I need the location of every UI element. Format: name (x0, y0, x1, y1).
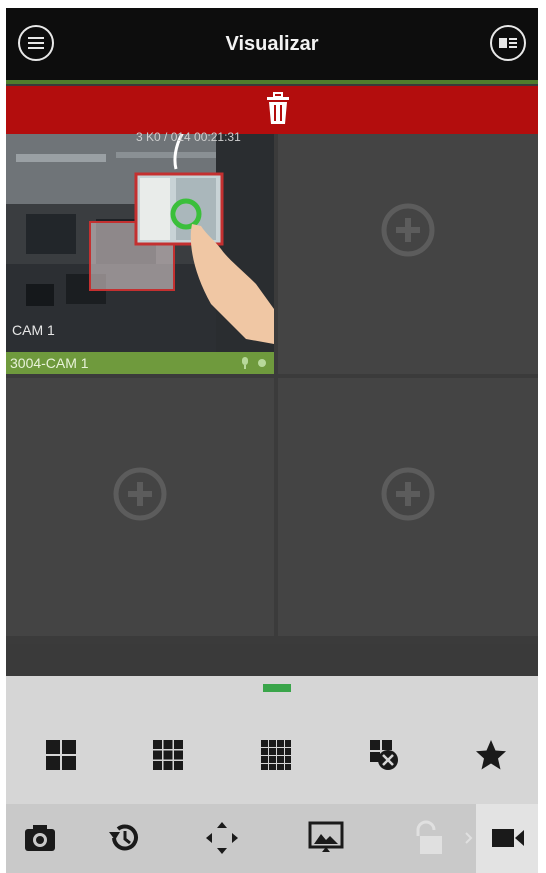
close-all-icon[interactable] (366, 738, 400, 772)
layout-1-icon[interactable] (44, 738, 78, 772)
status-dot-icon (258, 359, 266, 367)
record-icon (492, 829, 524, 847)
microphone-icon (242, 357, 248, 369)
video-grid: 3 K0 / 014 00:21:31 CAM 1 3004-CAM 1 (6, 130, 538, 644)
camera-feed (6, 134, 274, 352)
video-cell-2[interactable] (278, 134, 538, 352)
trash-icon (267, 92, 289, 124)
phone-screen: Visualizar 3 K0 / 014 00:21:31 CAM 1 300… (6, 8, 538, 873)
lock-icon[interactable] (410, 820, 446, 856)
options-panel (6, 676, 538, 804)
favorite-star-icon[interactable] (474, 738, 508, 772)
camera-name-bar: 3004-CAM 1 (6, 352, 274, 374)
camera-timestamp: 3 K0 / 014 00:21:31 (136, 130, 241, 144)
delete-drop-zone[interactable] (6, 86, 538, 134)
video-cell-4[interactable] (278, 378, 538, 614)
plus-icon (381, 203, 435, 257)
cell-bar-4 (278, 614, 538, 636)
camera-overlay-label: CAM 1 (12, 322, 55, 338)
cell-bar-2 (278, 352, 538, 374)
playback-icon[interactable] (106, 820, 142, 856)
plus-icon (381, 467, 435, 521)
record-button[interactable] (476, 804, 538, 873)
image-icon[interactable] (308, 820, 344, 856)
layout-16-icon[interactable] (259, 738, 293, 772)
video-cell-1[interactable]: 3 K0 / 014 00:21:31 CAM 1 (6, 130, 274, 352)
separator-strip (6, 644, 538, 676)
layout-icon (499, 38, 517, 48)
chevron-right-icon[interactable] (464, 831, 474, 845)
ptz-icon[interactable] (204, 820, 240, 856)
layout-button[interactable] (490, 25, 526, 61)
cell-bar-3 (6, 614, 274, 636)
video-cell-3[interactable] (6, 378, 274, 614)
top-bar: Visualizar (6, 8, 538, 84)
layout-9-icon[interactable] (151, 738, 185, 772)
page-indicator (263, 684, 291, 692)
plus-icon (113, 467, 167, 521)
bottom-toolbar (6, 804, 538, 873)
page-title: Visualizar (225, 33, 319, 55)
camera-icon[interactable] (22, 820, 58, 856)
